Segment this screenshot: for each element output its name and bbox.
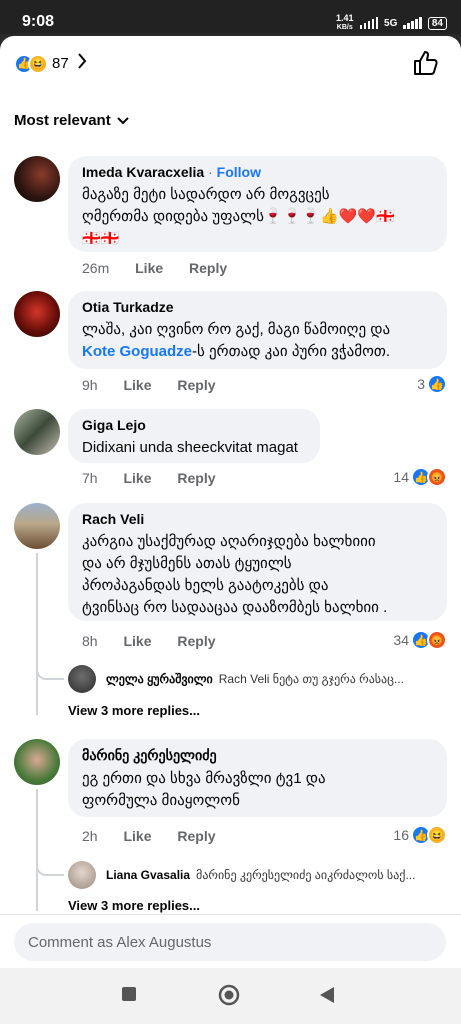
reaction-summary[interactable]: 👍 😆 87 [14, 53, 87, 74]
like-button[interactable]: Like [135, 260, 163, 276]
comment-author[interactable]: Rach Veli [82, 511, 433, 527]
like-button[interactable]: Like [123, 470, 151, 486]
triangle-back-icon [320, 987, 334, 1003]
sort-label: Most relevant [14, 112, 111, 129]
square-icon [122, 987, 136, 1001]
like-button[interactable]: Like [123, 633, 151, 649]
comment-author[interactable]: Giga Lejo [82, 417, 306, 433]
reply-button[interactable]: Reply [177, 470, 215, 486]
reply-text: Rach Veli ნეტა თუ გჯერა რასაც... [218, 672, 405, 686]
reply-button[interactable]: Reply [189, 260, 227, 276]
comment-author[interactable]: მარინე კერესელიძე [82, 747, 433, 764]
like-icon: 👍 [427, 374, 447, 394]
status-bar: 9:08 1.41 KB/s 5G 84 [0, 0, 461, 34]
like-button[interactable]: Like [123, 828, 151, 844]
android-nav-bar [0, 968, 461, 1024]
comment-author[interactable]: Imeda Kvaracxelia [82, 164, 204, 180]
reply-author: Liana Gvasalia [106, 868, 191, 882]
thumbs-up-icon [414, 51, 438, 75]
recents-button[interactable] [121, 986, 137, 1007]
comment-text: Didixani unda sheeckvitat magat [82, 439, 298, 456]
reply-button[interactable]: Reply [177, 377, 215, 393]
comment-time: 26m [82, 260, 110, 276]
angry-icon: 😡 [427, 630, 447, 650]
comment-input[interactable]: Comment as Alex Augustus [14, 923, 446, 961]
circle-icon [218, 984, 240, 1006]
reply-button[interactable]: Reply [177, 828, 215, 844]
follow-button[interactable]: Follow [217, 164, 261, 180]
comment-text: მაგაზე მეტი სადარდო არ მოგვცეს ღმერთმა დ… [82, 186, 395, 247]
comment-actions: 8h Like Reply [82, 633, 238, 649]
comment-reactions[interactable]: 14 👍 😡 [393, 467, 447, 487]
cell-signal-icon [403, 17, 422, 29]
avatar[interactable] [14, 503, 60, 549]
like-post-button[interactable] [411, 48, 441, 78]
angry-icon: 😡 [427, 467, 447, 487]
comment-author[interactable]: Otia Turkadze [82, 299, 433, 315]
comment-bubble: Imeda Kvaracxelia · Follow მაგაზე მეტი ს… [68, 156, 447, 252]
reply-author: ლელა ყურაშვილი [106, 672, 213, 686]
reply-thread-branch [36, 664, 64, 680]
comment-reactions[interactable]: 3 👍 [417, 374, 447, 394]
haha-icon: 😆 [427, 825, 447, 845]
reply-preview[interactable]: Liana Gvasalia მარინე კერესელიძე აიკრძალ… [68, 861, 415, 889]
like-button[interactable]: Like [123, 377, 151, 393]
comment-time: 2h [82, 828, 98, 844]
avatar [68, 861, 96, 889]
view-more-replies-button[interactable]: View 3 more replies... [68, 703, 200, 718]
comment-actions: 9h Like Reply [82, 377, 238, 393]
comment-reactions[interactable]: 16 👍 😆 [393, 825, 447, 845]
network-type: 5G [384, 17, 398, 29]
status-icons: 1.41 KB/s 5G 84 [336, 14, 447, 32]
sort-dropdown[interactable]: Most relevant [14, 112, 129, 129]
wifi-signal-icon [359, 17, 379, 29]
net-speed: 1.41 KB/s [336, 13, 354, 32]
reaction-count: 87 [52, 55, 69, 72]
chevron-right-icon [77, 53, 87, 74]
comment-bubble: Rach Veli კარგია უსაქმურად აღარიჯდება ხა… [68, 503, 447, 621]
comment-bubble: Giga Lejo Didixani unda sheeckvitat maga… [68, 409, 320, 463]
avatar[interactable] [14, 739, 60, 785]
chevron-down-icon [116, 116, 129, 124]
mention-link[interactable]: Kote Goguadze [82, 343, 192, 360]
back-button[interactable] [318, 986, 336, 1009]
haha-icon: 😆 [28, 53, 48, 74]
comment-time: 7h [82, 470, 98, 486]
avatar[interactable] [14, 291, 60, 337]
home-button[interactable] [218, 984, 240, 1011]
battery-icon: 84 [427, 16, 447, 30]
comment-bubble: მარინე კერესელიძე ეგ ერთი და სხვა მრავზლ… [68, 739, 447, 817]
comment-actions: 7h Like Reply [82, 470, 238, 486]
comments-sheet: 👍 😆 87 Most relevant Imeda Kvaracxelia ·… [0, 36, 461, 968]
comment-reactions[interactable]: 34 👍 😡 [393, 630, 447, 650]
avatar [68, 665, 96, 693]
view-more-replies-button[interactable]: View 3 more replies... [68, 898, 200, 913]
comment-text: ლაშა, კაი ღვინო რო გაქ, მაგი წამოიღე და … [82, 321, 391, 360]
comment-actions: 2h Like Reply [82, 828, 238, 844]
comment-bubble: Otia Turkadze ლაშა, კაი ღვინო რო გაქ, მა… [68, 291, 447, 369]
comment-text: კარგია უსაქმურად აღარიჯდება ხალხიიი და ა… [82, 533, 388, 616]
avatar[interactable] [14, 156, 60, 202]
reply-text: მარინე კერესელიძე აიკრძალოს საქ... [196, 868, 416, 882]
comment-composer: Comment as Alex Augustus [0, 914, 461, 968]
status-time: 9:08 [22, 13, 55, 30]
reply-thread-branch [36, 860, 64, 876]
comment-text: ეგ ერთი და სხვა მრავზლი ტვ1 და ფორმულა მ… [82, 770, 326, 809]
comment-time: 9h [82, 377, 98, 393]
reply-thread-line [36, 553, 38, 715]
reply-preview[interactable]: ლელა ყურაშვილი Rach Veli ნეტა თუ გჯერა რ… [68, 665, 404, 693]
reply-thread-line [36, 789, 38, 911]
comment-time: 8h [82, 633, 98, 649]
reply-button[interactable]: Reply [177, 633, 215, 649]
avatar[interactable] [14, 409, 60, 455]
comment-actions: 26m Like Reply [82, 260, 249, 276]
